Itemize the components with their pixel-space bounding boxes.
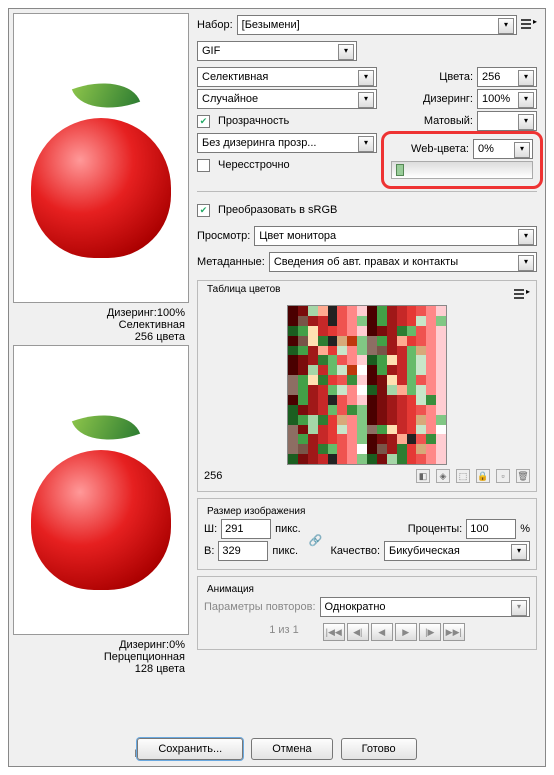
color-table-section: Таблица цветов 256 ◧ ◈ ⬚ 🔒 ▫ 🗑	[197, 280, 537, 492]
reduction-select[interactable]: Селективная	[197, 67, 377, 87]
web-label: Web-цвета:	[391, 143, 469, 155]
format-select[interactable]: GIF	[197, 41, 357, 61]
color-table[interactable]	[287, 305, 447, 465]
preview-bottom[interactable]	[13, 345, 189, 635]
preset-menu-icon[interactable]	[521, 19, 537, 31]
preview-label: Просмотр:	[197, 230, 250, 242]
percent-input[interactable]: 100	[466, 519, 516, 539]
transparency-label: Прозрачность	[218, 115, 289, 127]
settings-panel: Набор: [Безымени] GIF Селективная Случай…	[193, 9, 545, 766]
preview-bottom-info: Дизеринг:0% Перцепционная 128 цвета	[13, 637, 189, 677]
first-frame-button[interactable]: |◀◀	[323, 623, 345, 641]
cancel-button[interactable]: Отмена	[251, 738, 332, 760]
color-table-tools: ◧ ◈ ⬚ 🔒 ▫ 🗑	[416, 469, 530, 483]
metadata-select[interactable]: Сведения об авт. правах и контакты	[269, 252, 537, 272]
dialog-footer: Сохранить... Отмена Готово	[9, 738, 545, 760]
ct-icon-3[interactable]: ⬚	[456, 469, 470, 483]
srgb-checkbox[interactable]: ✔	[197, 204, 210, 217]
matte-select[interactable]	[477, 111, 537, 131]
height-input[interactable]: 329	[218, 541, 268, 561]
metadata-label: Метаданные:	[197, 256, 265, 268]
color-table-title: Таблица цветов	[204, 284, 284, 295]
color-table-menu-icon[interactable]	[514, 289, 530, 301]
srgb-label: Преобразовать в sRGB	[218, 204, 337, 216]
animation-section: Анимация Параметры повторов: Однократно 1…	[197, 576, 537, 650]
trans-dither-select[interactable]: Без дизеринга прозр...	[197, 133, 377, 153]
width-input[interactable]: 291	[221, 519, 271, 539]
repeat-label: Параметры повторов:	[204, 601, 316, 613]
preset-label: Набор:	[197, 19, 233, 31]
play-button[interactable]: ▶	[395, 623, 417, 641]
last-frame-button[interactable]: ▶▶|	[443, 623, 465, 641]
prev-frame-button[interactable]: ◀|	[347, 623, 369, 641]
ct-icon-2[interactable]: ◈	[436, 469, 450, 483]
interlaced-label: Чересстрочно	[218, 159, 290, 171]
preview-select[interactable]: Цвет монитора	[254, 226, 537, 246]
ct-icon-lock[interactable]: 🔒	[476, 469, 490, 483]
w-label: Ш:	[204, 523, 217, 535]
h-label: В:	[204, 545, 214, 557]
frame-indicator: 1 из 1	[269, 624, 299, 636]
quality-label: Качество:	[330, 545, 380, 557]
dither-select[interactable]: Случайное	[197, 89, 377, 109]
repeat-select[interactable]: Однократно	[320, 597, 530, 617]
preview-panel: Дизеринг:100% Селективная 256 цвета Дизе…	[9, 9, 193, 766]
animation-title: Анимация	[204, 584, 257, 595]
ct-icon-trash[interactable]: 🗑	[516, 469, 530, 483]
colors-select[interactable]: 256	[477, 67, 537, 87]
ct-icon-new[interactable]: ▫	[496, 469, 510, 483]
image-size-title: Размер изображения	[204, 506, 308, 517]
colors-label: Цвета:	[387, 71, 473, 83]
preview-top[interactable]	[13, 13, 189, 303]
image-size-section: Размер изображения Ш:291пикс. В:329пикс.…	[197, 498, 537, 570]
next-frame-button[interactable]: |▶	[419, 623, 441, 641]
save-button[interactable]: Сохранить...	[137, 738, 243, 760]
done-button[interactable]: Готово	[341, 738, 417, 760]
preset-select[interactable]: [Безымени]	[237, 15, 517, 35]
ct-icon-1[interactable]: ◧	[416, 469, 430, 483]
dithering-label: Дизеринг:	[387, 93, 473, 105]
link-icon[interactable]: 🔗	[309, 534, 323, 547]
color-count: 256	[204, 470, 222, 482]
percent-label: Проценты:	[330, 523, 462, 535]
quality-select[interactable]: Бикубическая	[384, 541, 530, 561]
preview-top-info: Дизеринг:100% Селективная 256 цвета	[13, 305, 189, 345]
web-select[interactable]: 0%	[473, 139, 533, 159]
play-back-button[interactable]: ◀	[371, 623, 393, 641]
interlaced-checkbox[interactable]	[197, 159, 210, 172]
web-slider[interactable]	[391, 161, 533, 179]
dithering-select[interactable]: 100%	[477, 89, 537, 109]
matte-label: Матовый:	[387, 115, 473, 127]
transparency-checkbox[interactable]: ✔	[197, 115, 210, 128]
